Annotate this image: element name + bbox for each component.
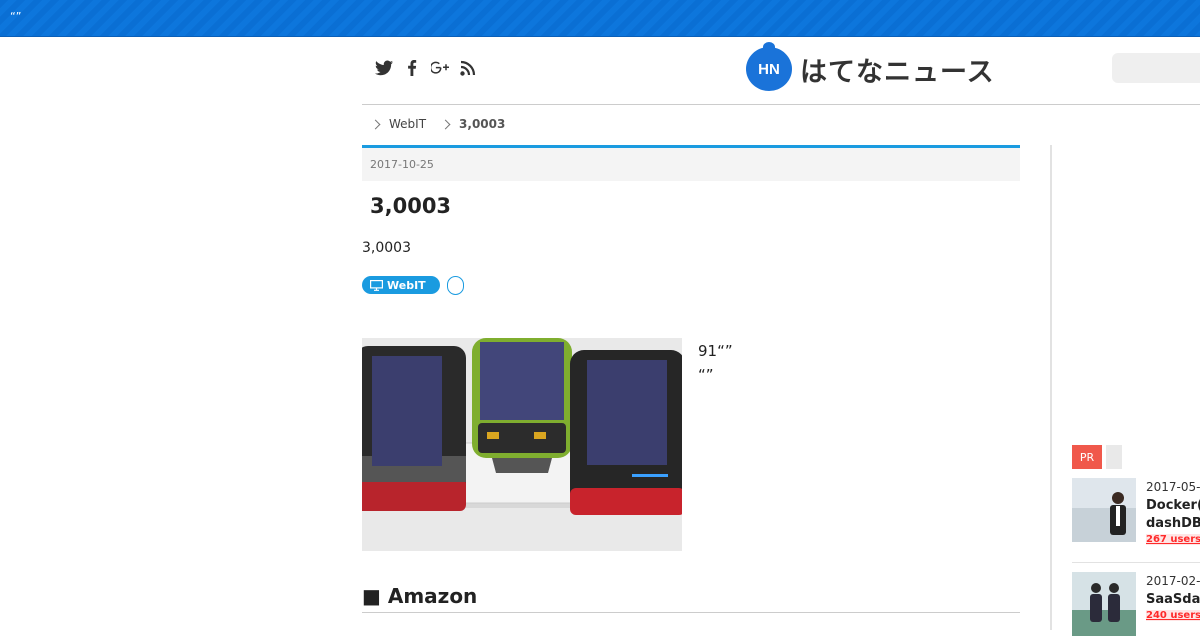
section-divider [362,612,1020,613]
monitor-icon [370,279,383,291]
sidebar-entry-users[interactable]: 267 users [1146,534,1200,545]
chevron-right-icon [370,119,381,129]
breadcrumb-item-category[interactable]: WebIT [370,117,427,131]
article-meta-bar: 2017-10-25 [362,145,1020,181]
article-description-line-2: “” [698,366,714,384]
chevron-right-icon [440,119,451,129]
top-bar: “” [0,0,1200,37]
article-date: 2017-10-25 [370,158,434,171]
sidebar-entry-date: 2017-05- [1146,480,1200,494]
breadcrumb: WebIT 3,0003 [370,117,521,131]
sidebar-entry-users[interactable]: 240 users [1146,610,1200,621]
article-image [362,338,682,551]
sidebar-entry-title: SaaSda [1146,592,1200,607]
header-divider [362,104,1200,105]
top-bar-text: “” [10,10,22,23]
article-subtitle: 3,0003 [362,240,411,256]
secondary-tag[interactable] [447,276,464,295]
pr-tab[interactable] [1106,445,1122,469]
breadcrumb-category-label: WebIT [389,117,427,131]
logo-badge: HN [746,42,792,91]
google-plus-icon[interactable] [430,58,450,78]
sidebar-entry-thumbnail [1072,478,1136,542]
breadcrumb-item-current: 3,0003 [440,117,506,131]
category-tag-label: WebIT [387,278,426,292]
sidebar-entry[interactable]: 2017-02- SaaSda 240 users [1072,572,1200,636]
social-links [374,58,478,78]
sidebar-entry-divider [1072,562,1200,563]
sidebar-entry-title-line-2: dashDB [1146,516,1200,531]
sidebar-entry-thumbnail [1072,572,1136,636]
sidebar-entry-date: 2017-02- [1146,574,1200,588]
article-description-line-1: 91“” [698,342,733,360]
twitter-icon[interactable] [374,58,394,78]
logo-text: はてなニュース [800,56,995,88]
search-input[interactable] [1112,53,1200,83]
article-title: 3,0003 [370,194,452,218]
section-heading: ■ Amazon [362,584,478,608]
site-logo[interactable]: HN はてなニュース [746,42,995,91]
rss-icon[interactable] [458,58,478,78]
sidebar-divider [1050,145,1052,630]
breadcrumb-current-label: 3,0003 [459,117,506,131]
category-tag[interactable]: WebIT [362,276,440,294]
facebook-icon[interactable] [402,58,422,78]
sidebar-entry[interactable]: 2017-05- Docker( dashDB 267 users [1072,478,1200,548]
sidebar-entry-title: Docker( dashDB [1146,497,1200,533]
sidebar-entry-title-line-1: Docker( [1146,498,1200,513]
pr-badge: PR [1072,445,1102,469]
